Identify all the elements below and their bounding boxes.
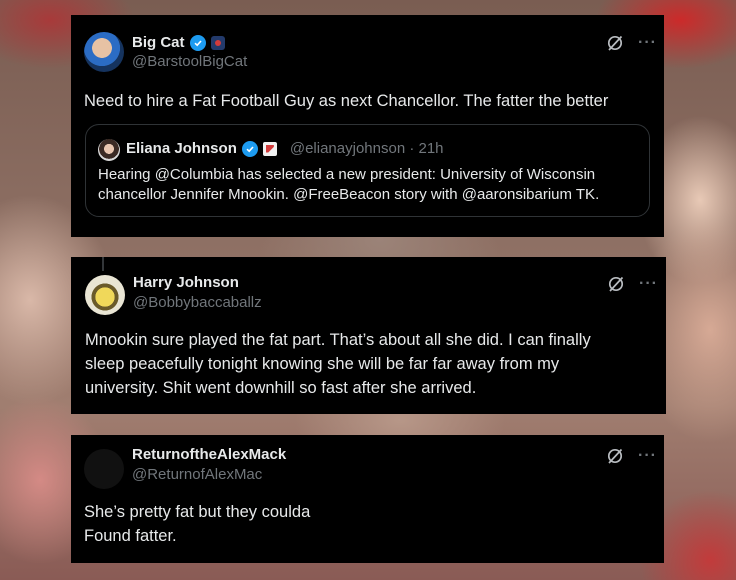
- thread-line: [102, 257, 104, 271]
- display-name[interactable]: ReturnoftheAlexMack: [132, 446, 286, 463]
- post-text: She’s pretty fat but they coulda Found f…: [84, 500, 644, 548]
- grok-icon[interactable]: [607, 275, 625, 293]
- post-text-line: sleep peacefully tonight knowing she wil…: [85, 355, 560, 373]
- post-header: Harry Johnson: [133, 274, 239, 291]
- grok-icon[interactable]: [606, 447, 624, 465]
- post-actions: ···: [606, 34, 657, 52]
- handle[interactable]: @Bobbybaccaballz: [133, 294, 262, 311]
- display-name[interactable]: Big Cat: [132, 34, 185, 51]
- handle[interactable]: @ReturnofAlexMac: [132, 466, 262, 483]
- post-actions: ···: [607, 275, 658, 293]
- avatar[interactable]: [84, 32, 124, 72]
- affiliation-badge-icon: [210, 35, 225, 50]
- affiliation-badge-icon: [262, 141, 277, 156]
- quote-header: Eliana Johnson @elianayjohnson · 21h: [126, 140, 444, 157]
- quoted-post[interactable]: Eliana Johnson @elianayjohnson · 21h Hea…: [85, 124, 650, 217]
- verified-badge-icon: [241, 140, 258, 157]
- post-text-line: university. Shit went downhill so fast a…: [85, 379, 477, 397]
- grok-icon[interactable]: [606, 34, 624, 52]
- more-icon[interactable]: ···: [639, 276, 658, 292]
- post-card-bigcat[interactable]: Big Cat @BarstoolBigCat ··· Need to hire…: [71, 15, 664, 237]
- avatar[interactable]: [85, 275, 125, 315]
- avatar[interactable]: [84, 449, 124, 489]
- post-card-alexmack[interactable]: ReturnoftheAlexMack @ReturnofAlexMac ···…: [71, 435, 664, 563]
- post-header: ReturnoftheAlexMack: [132, 446, 286, 463]
- handle[interactable]: @BarstoolBigCat: [132, 53, 247, 70]
- post-text: Need to hire a Fat Football Guy as next …: [84, 92, 609, 110]
- more-icon[interactable]: ···: [638, 35, 657, 51]
- post-text: Mnookin sure played the fat part. That’s…: [85, 328, 657, 400]
- verified-badge-icon: [189, 34, 206, 51]
- post-text-line: Mnookin sure played the fat part. That’s…: [85, 331, 591, 349]
- quote-handle-time[interactable]: @elianayjohnson · 21h: [290, 140, 444, 157]
- post-header: Big Cat: [132, 34, 225, 51]
- post-text-line: She’s pretty fat but they coulda: [84, 503, 311, 521]
- more-icon[interactable]: ···: [638, 448, 657, 464]
- post-card-harry[interactable]: Harry Johnson @Bobbybaccaballz ··· Mnook…: [71, 257, 666, 414]
- quote-text: Hearing @Columbia has selected a new pre…: [98, 166, 600, 203]
- quote-avatar[interactable]: [98, 139, 120, 161]
- post-text-line: Found fatter.: [84, 527, 177, 545]
- post-actions: ···: [606, 447, 657, 465]
- quote-display-name[interactable]: Eliana Johnson: [126, 140, 237, 157]
- display-name[interactable]: Harry Johnson: [133, 274, 239, 291]
